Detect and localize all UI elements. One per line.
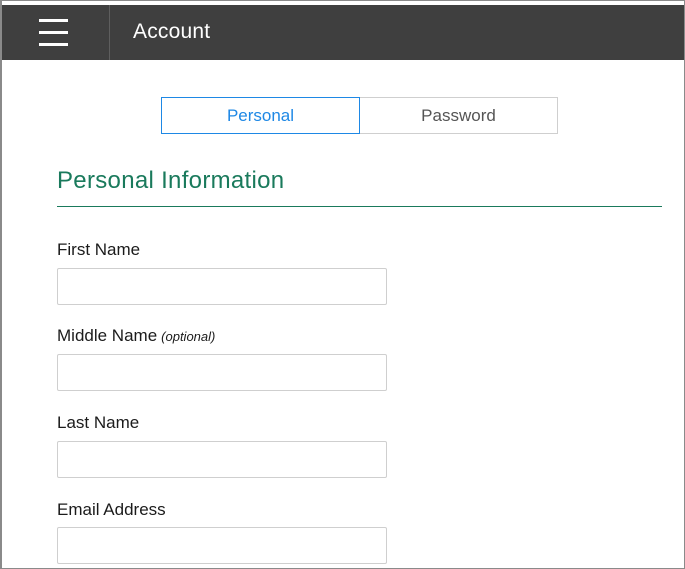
email-label-text: Email Address: [57, 500, 166, 519]
top-app-bar: Account: [2, 5, 684, 60]
last-name-label-text: Last Name: [57, 413, 140, 432]
optional-hint: (optional): [161, 329, 216, 344]
first-name-label-text: First Name: [57, 240, 141, 259]
last-name-field[interactable]: [57, 441, 387, 478]
email-field[interactable]: [57, 527, 387, 564]
page-title: Account: [133, 20, 211, 43]
account-window: Account Personal Password Personal Infor…: [0, 0, 685, 569]
menu-icon-line: [39, 31, 68, 34]
last-name-label: Last Name: [57, 413, 139, 433]
tab-password[interactable]: Password: [359, 97, 558, 134]
menu-icon-line: [39, 19, 68, 22]
first-name-label: First Name: [57, 240, 140, 260]
middle-name-field[interactable]: [57, 354, 387, 391]
email-label: Email Address: [57, 500, 166, 520]
tab-personal[interactable]: Personal: [161, 97, 360, 134]
account-tabs: Personal Password: [161, 97, 558, 134]
section-title: Personal Information: [57, 167, 285, 194]
first-name-field[interactable]: [57, 268, 387, 305]
middle-name-label-text: Middle Name: [57, 326, 158, 345]
hamburger-menu-icon[interactable]: [2, 5, 110, 60]
menu-icon-line: [39, 43, 68, 46]
middle-name-label: Middle Name (optional): [57, 326, 215, 346]
section-divider: [57, 206, 662, 207]
